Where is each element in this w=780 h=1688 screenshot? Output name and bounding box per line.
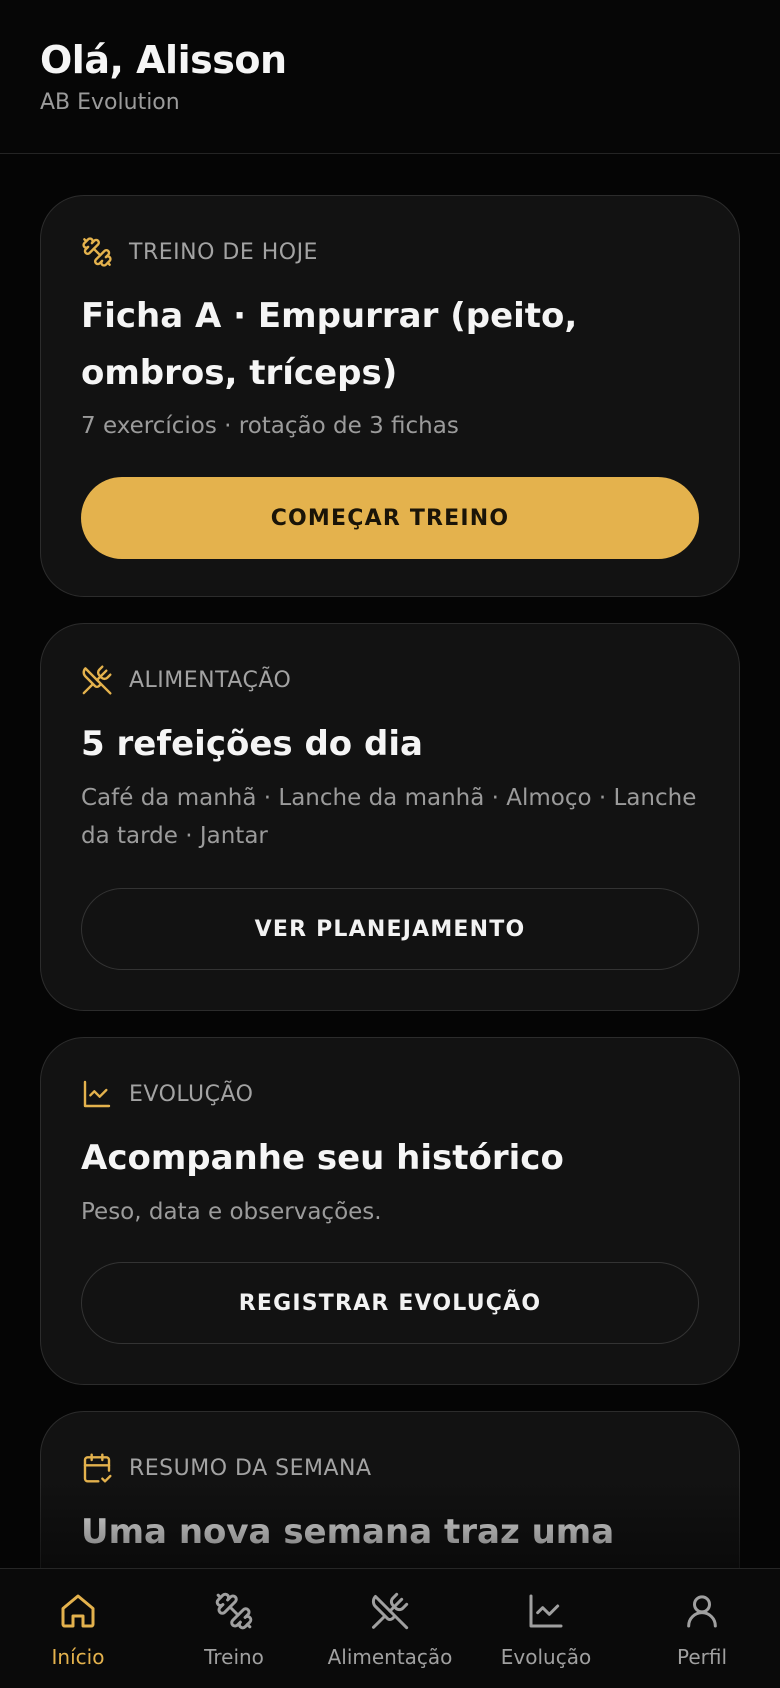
app-header: Olá, Alisson AB Evolution (0, 0, 780, 154)
brand-subtitle: AB Evolution (40, 90, 180, 115)
tab-label: Evolução (500, 1645, 592, 1669)
tab-treino[interactable]: Treino (156, 1569, 312, 1688)
user-icon (687, 1595, 717, 1628)
workout-title: Ficha A · Empurrar (peito, ombros, tríce… (81, 296, 578, 393)
bottom-tab-bar: Início Treino Alimentação Evolução Perfi… (0, 1568, 780, 1688)
home-icon (61, 1594, 95, 1628)
tab-evolucao[interactable]: Evolução (468, 1569, 624, 1688)
tab-label: Alimentação (327, 1645, 453, 1669)
register-evolution-button[interactable]: REGISTRAR EVOLUÇÃO (81, 1262, 699, 1344)
card-header: ALIMENTAÇÃO (81, 664, 291, 696)
evolution-subtitle: Peso, data e observações. (81, 1199, 382, 1225)
card-header: TREINO DE HOJE (81, 236, 318, 268)
card-header: RESUMO DA SEMANA (81, 1452, 372, 1484)
card-label: EVOLUÇÃO (129, 1081, 254, 1107)
tab-label: Treino (204, 1645, 264, 1669)
home-scroll-area[interactable]: TREINO DE HOJE Ficha A · Empurrar (peito… (0, 155, 780, 1568)
card-today-workout: TREINO DE HOJE Ficha A · Empurrar (peito… (40, 195, 740, 597)
line-chart-icon (83, 1080, 111, 1108)
card-evolution: EVOLUÇÃO Acompanhe seu histórico Peso, d… (40, 1037, 740, 1385)
greeting-title: Olá, Alisson (40, 38, 287, 82)
food-subtitle: Café da manhã · Lanche da manhã · Almoço… (81, 785, 697, 849)
tab-inicio[interactable]: Início (0, 1569, 156, 1688)
food-title: 5 refeições do dia (81, 724, 423, 764)
utensils-crossed-icon (371, 1592, 409, 1630)
utensils-crossed-icon (82, 665, 112, 695)
card-label: RESUMO DA SEMANA (129, 1455, 372, 1481)
tab-perfil[interactable]: Perfil (624, 1569, 780, 1688)
card-header: EVOLUÇÃO (81, 1078, 253, 1110)
card-label: ALIMENTAÇÃO (129, 667, 292, 693)
tab-label: Início (51, 1645, 105, 1669)
evolution-title: Acompanhe seu histórico (81, 1138, 564, 1178)
start-workout-button[interactable]: COMEÇAR TREINO (81, 477, 699, 559)
card-week-summary: RESUMO DA SEMANA Uma nova semana traz um… (40, 1411, 740, 1568)
card-food: ALIMENTAÇÃO 5 refeições do dia Café da m… (40, 623, 740, 1011)
calendar-check-icon (83, 1453, 112, 1483)
tab-label: Perfil (676, 1645, 728, 1669)
line-chart-icon (529, 1594, 563, 1628)
dumbbell-icon (82, 237, 112, 267)
tab-alimentacao[interactable]: Alimentação (312, 1569, 468, 1688)
dumbbell-icon (215, 1592, 253, 1630)
view-plan-button[interactable]: VER PLANEJAMENTO (81, 888, 699, 970)
card-label: TREINO DE HOJE (129, 239, 318, 265)
workout-subtitle: 7 exercícios · rotação de 3 fichas (81, 413, 459, 439)
week-title: Uma nova semana traz uma nova oportunida… (81, 1512, 615, 1552)
